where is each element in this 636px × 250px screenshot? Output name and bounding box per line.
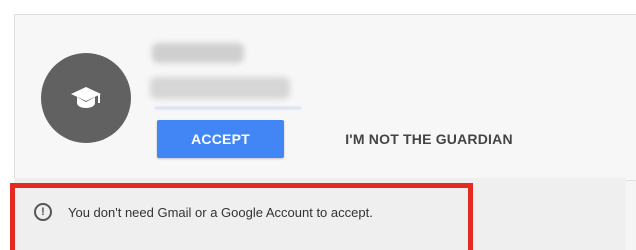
blurred-user-email xyxy=(150,77,290,99)
exclamation-circle-icon: ! xyxy=(34,203,52,221)
accept-button[interactable]: ACCEPT xyxy=(157,120,284,158)
not-guardian-button[interactable]: I'M NOT THE GUARDIAN xyxy=(321,120,537,158)
avatar xyxy=(41,53,131,143)
graduation-cap-icon xyxy=(71,87,101,108)
blurred-user-name xyxy=(152,43,244,63)
blurred-underline xyxy=(155,107,301,109)
notice-text: You don't need Gmail or a Google Account… xyxy=(68,205,373,220)
